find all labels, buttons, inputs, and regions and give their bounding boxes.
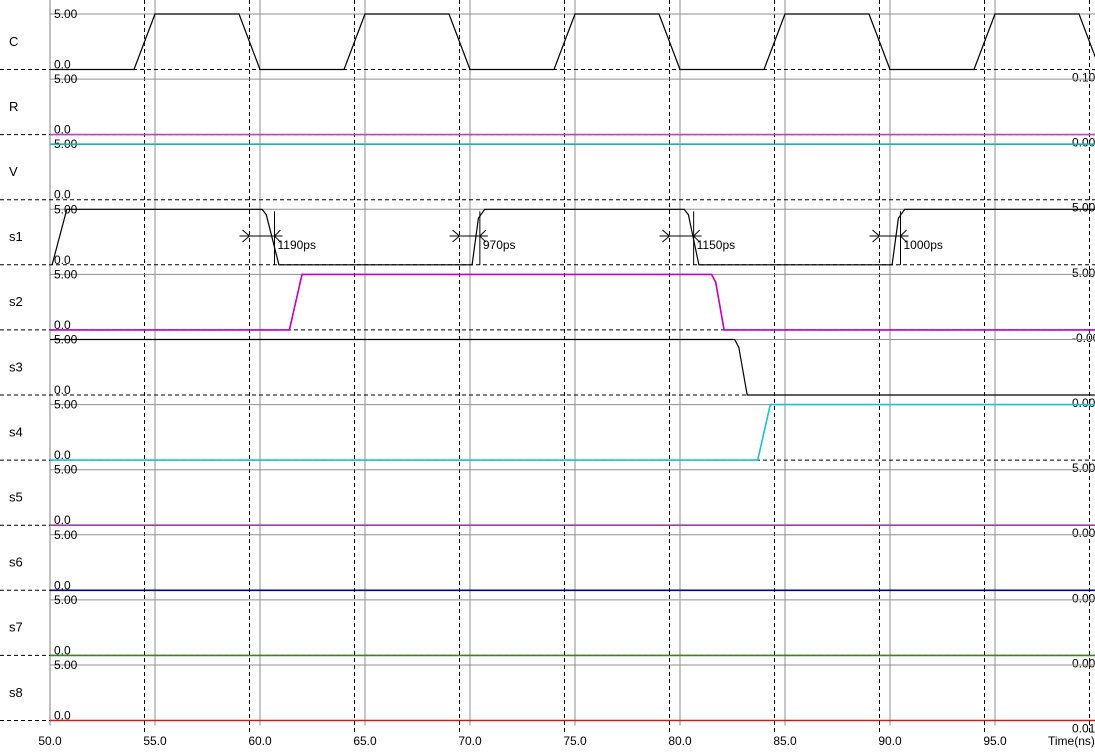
signal-row-s3: s3 5.000.0 0.00 <box>0 333 1095 410</box>
cursor-value-label: 5.00 <box>1072 461 1095 475</box>
signal-row-s8: s85.000.00.01 <box>0 658 1095 736</box>
row-min-label: 0.0 <box>54 188 71 202</box>
signal-name: s8 <box>9 685 23 700</box>
x-tick-label: 55.0 <box>143 734 167 748</box>
row-min-label: 0.0 <box>54 253 71 267</box>
x-tick-label: 80.0 <box>668 734 692 748</box>
waveform-C <box>50 13 1095 71</box>
cursor-value-label: 0.00 <box>1072 396 1095 410</box>
measurement-label: 1190ps <box>277 238 315 252</box>
signal-name: s4 <box>9 424 23 439</box>
cursor-value-label: 0.00 <box>1072 526 1095 540</box>
waveform-s3 <box>50 338 1095 396</box>
row-max-label: 5.00 <box>54 463 78 477</box>
x-tick-label: 75.0 <box>563 734 587 748</box>
x-tick-label: 95.0 <box>983 734 1007 748</box>
x-tick-label: 85.0 <box>773 734 797 748</box>
cursor-value-label: 0.00 <box>1072 136 1095 150</box>
x-axis-label: Time(ns) <box>1048 734 1095 748</box>
waveform-s4 <box>50 403 1095 461</box>
row-max-label: 5.00 <box>54 72 78 86</box>
cursor-value-label: 0.10 <box>1072 71 1095 85</box>
row-max-label: 5.00 <box>54 267 78 281</box>
signal-row-s4: s45.000.05.00 <box>0 398 1095 475</box>
signal-name: C <box>9 34 18 49</box>
waveform-plot[interactable]: C5.000.00.10R5.000.00.00V5.000.05.00s15.… <box>0 0 1095 753</box>
signal-name: s2 <box>9 294 23 309</box>
x-tick-label: 90.0 <box>878 734 902 748</box>
signal-row-s5: s55.000.00.00 <box>0 463 1095 540</box>
cursor-value-label: 5.00 <box>1072 266 1095 280</box>
signal-name: V <box>9 164 18 179</box>
cursor-value-label: 0.00 <box>1072 591 1095 605</box>
grid <box>49 0 1090 733</box>
waveform-s2 <box>50 273 1095 331</box>
row-max-label: 5.00 <box>54 398 78 412</box>
cursor-value-label: 0.00 <box>1072 656 1095 670</box>
signal-name: s5 <box>9 489 23 504</box>
x-tick-label: 60.0 <box>248 734 272 748</box>
measurement-label: 1000ps <box>904 238 943 252</box>
signal-row-R: R5.000.00.00 <box>0 72 1095 150</box>
signal-name: s3 <box>9 359 23 374</box>
time-axis: Time(ns) 50.0 55.0 60.0 65.0 70.0 75.0 80.0 85.… <box>38 734 1095 748</box>
signal-row-C: C5.000.00.10 <box>0 7 1095 85</box>
signal-row-s2: s25.000.0-0.00 <box>0 267 1095 345</box>
signal-name: s1 <box>9 229 23 244</box>
signal-rows: C5.000.00.10R5.000.00.00V5.000.05.00s15.… <box>0 7 1095 736</box>
signal-name: s7 <box>9 620 23 635</box>
measurement-label: 970ps <box>483 238 516 252</box>
x-tick-label: 50.0 <box>38 734 62 748</box>
measurements: 1190ps 970ps 1150ps 1000ps <box>239 211 943 265</box>
measurement-label: 1150ps <box>697 238 735 252</box>
cursor-value-label: -0.00 <box>1072 331 1095 345</box>
row-max-label: 5.00 <box>54 7 78 21</box>
row-max-label: 5.00 <box>54 528 78 542</box>
signal-row-s6: s65.000.00.00 <box>0 528 1095 605</box>
x-tick-label: 65.0 <box>353 734 377 748</box>
row-max-label: 5.00 <box>54 593 78 607</box>
x-tick-label: 70.0 <box>458 734 482 748</box>
signal-name: s6 <box>9 555 23 570</box>
signal-name: R <box>9 99 18 114</box>
signal-row-V: V5.000.05.00 <box>0 137 1095 215</box>
waveform-s1 <box>51 208 1095 266</box>
row-min-label: 0.0 <box>54 383 71 397</box>
row-max-label: 5.00 <box>54 658 78 672</box>
signal-row-s7: s75.000.00.00 <box>0 593 1095 670</box>
measurement: 1000ps <box>869 211 943 265</box>
measurement: 1190ps <box>239 211 316 265</box>
cursor-value-label: 5.00 <box>1072 201 1095 215</box>
